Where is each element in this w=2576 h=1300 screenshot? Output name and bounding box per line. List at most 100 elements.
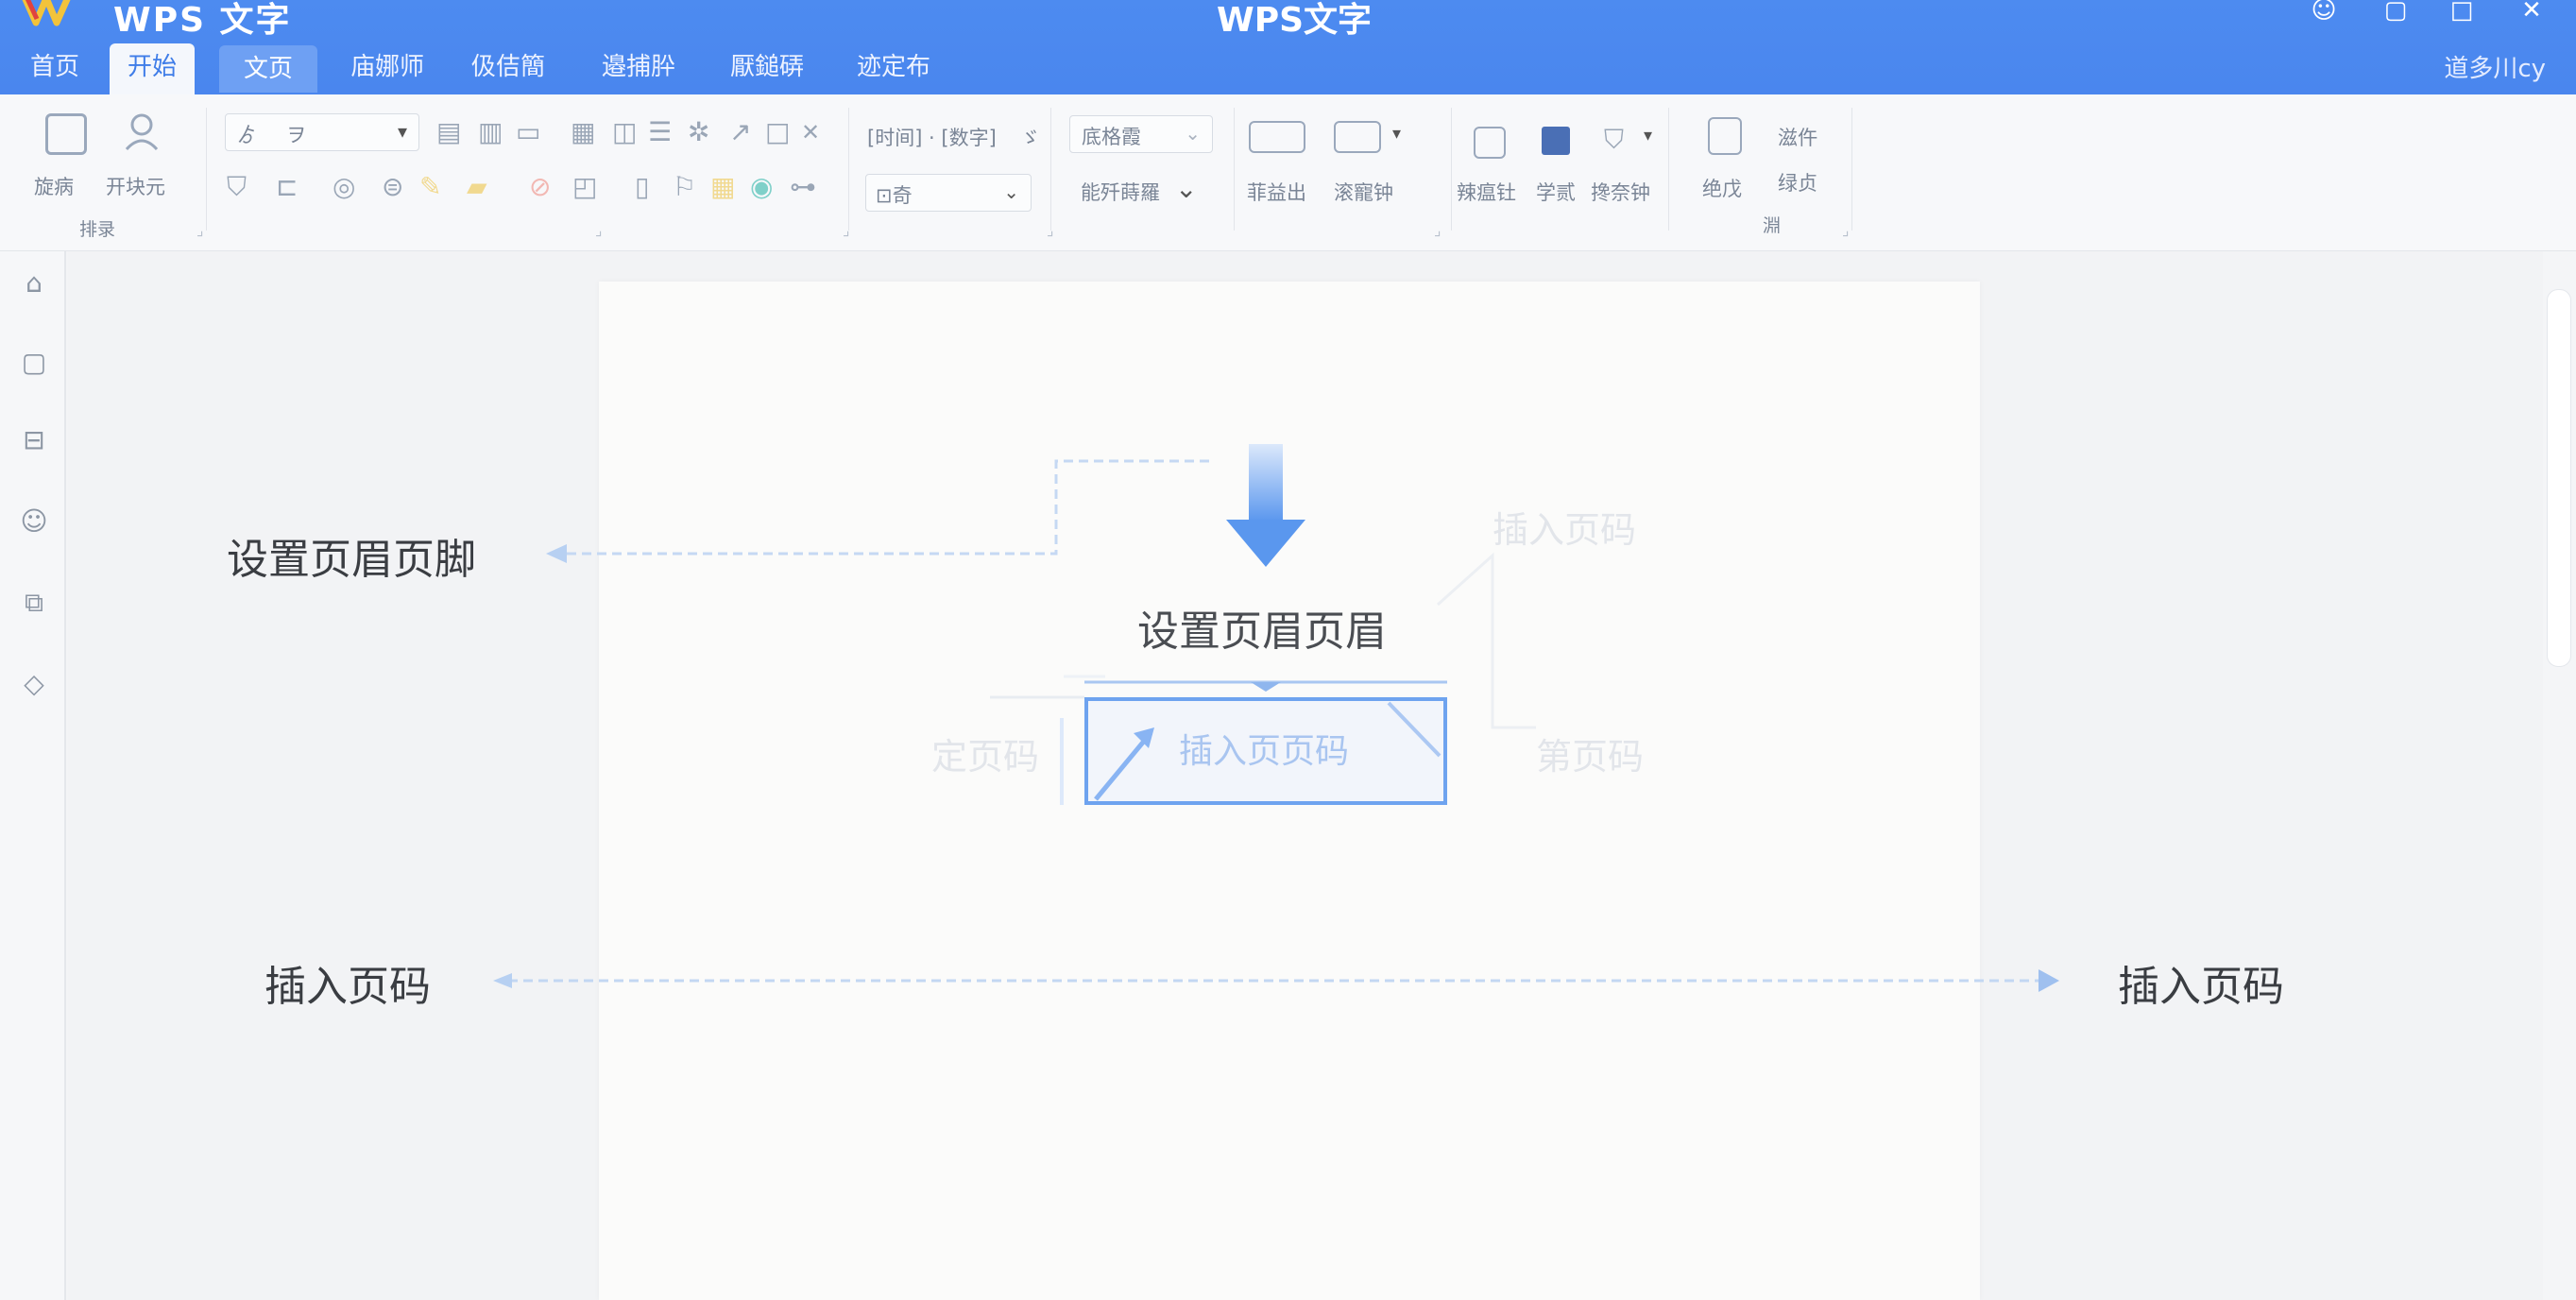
- document-icon[interactable]: [1474, 127, 1506, 159]
- left-navigation-rail: ⌂ ▢ ⊟ ☺ ⧉ ◇: [0, 251, 66, 1300]
- page-number-box-label: 插入页页码: [1179, 732, 1350, 771]
- footer-insert-icon[interactable]: [1334, 121, 1381, 153]
- font-name-dropdown[interactable]: ゟ ヲ ▾: [225, 113, 419, 151]
- minimize-button[interactable]: ▢: [2377, 0, 2414, 26]
- insert-item-1[interactable]: 菲益出: [1247, 178, 1306, 206]
- flag-icon[interactable]: ⚐: [673, 174, 696, 200]
- page-icon[interactable]: ▭: [516, 119, 540, 145]
- tools-item-1[interactable]: 辣瘟钍: [1457, 178, 1516, 206]
- faint-label-left: 定页码: [931, 736, 1040, 778]
- split-icon[interactable]: ◫: [612, 119, 637, 145]
- edit-item-1[interactable]: 绝戊: [1702, 174, 1742, 202]
- paragraph-style-tail[interactable]: ゞ: [1020, 123, 1040, 151]
- header-insert-icon[interactable]: [1249, 121, 1305, 153]
- layout-block-icon[interactable]: [1542, 127, 1570, 155]
- paste-icon[interactable]: [45, 113, 87, 155]
- clipboard-group-label: 排录: [79, 219, 116, 240]
- list-icon[interactable]: ☰: [648, 119, 672, 145]
- feedback-icon[interactable]: ☺: [2305, 0, 2343, 26]
- clear-format-icon[interactable]: ✕: [801, 119, 820, 145]
- style-option-label[interactable]: 能歼蒔羅: [1081, 178, 1160, 206]
- shield-icon[interactable]: ⛉: [1604, 127, 1624, 153]
- marker-icon[interactable]: ▰: [467, 174, 487, 200]
- frame-icon[interactable]: ⊏: [276, 174, 298, 200]
- home-icon[interactable]: ⌂: [19, 268, 49, 299]
- tab-7[interactable]: 迹定布: [846, 43, 941, 94]
- tab-3[interactable]: 庙娜师: [340, 43, 435, 94]
- group-separator: [1234, 108, 1235, 231]
- group-launcher-icon[interactable]: ⌟: [1047, 221, 1054, 239]
- edit-item-2[interactable]: 滋仵: [1778, 123, 1817, 151]
- page-layout-icon[interactable]: ▯: [635, 174, 649, 200]
- edit-group-label: 淵: [1763, 215, 1782, 236]
- edit-icon[interactable]: [1708, 117, 1742, 155]
- tab-4[interactable]: 伋佶簡: [463, 43, 554, 94]
- group-launcher-icon[interactable]: ⌟: [843, 221, 850, 239]
- callout-header-footer: 设置页眉页脚: [227, 536, 476, 584]
- highlight-icon[interactable]: ✎: [419, 174, 441, 200]
- shape-icon[interactable]: □: [765, 119, 790, 145]
- color-icon[interactable]: ◉: [750, 174, 773, 200]
- tools-item-2[interactable]: 学贰: [1536, 178, 1576, 206]
- window-title: WPS文字: [1217, 1, 1373, 40]
- user-name[interactable]: 道多川cy: [2444, 49, 2546, 84]
- chevron-down-icon: ▾: [397, 120, 407, 143]
- layout-icon[interactable]: ⊟: [19, 425, 49, 455]
- diamond-icon[interactable]: ◇: [19, 669, 49, 699]
- location-icon[interactable]: ◎: [333, 174, 355, 200]
- group-separator: [206, 108, 207, 231]
- tab-start[interactable]: 开始: [110, 43, 195, 94]
- group-separator: [1851, 108, 1852, 231]
- user-icon[interactable]: [123, 111, 161, 153]
- group-separator: [1668, 108, 1669, 231]
- shapes-icon[interactable]: ⧉: [19, 588, 49, 618]
- faint-label-right: 第页码: [1536, 736, 1645, 778]
- callout-center-title: 设置页眉页眉: [1137, 607, 1387, 656]
- scrollbar-thumb[interactable]: [2547, 289, 2571, 667]
- group-launcher-icon[interactable]: ⌟: [595, 221, 603, 239]
- chevron-down-icon[interactable]: ⌄: [1175, 176, 1197, 202]
- ribbon-tabs: 首页 开始 文页 庙娜师 伋佶簡 邉捕肸 厭鎚硦 迹定布: [0, 43, 2576, 94]
- close-button[interactable]: ✕: [2513, 0, 2550, 26]
- paste-label[interactable]: 旋病: [34, 172, 74, 200]
- style-dropdown[interactable]: 底格霞 ⌄: [1069, 115, 1213, 153]
- wps-logo-icon: [22, 0, 71, 26]
- callout-left-page-number: 插入页码: [264, 963, 431, 1011]
- draw-icon[interactable]: ↗: [729, 119, 751, 145]
- edit-item-3[interactable]: 绿贞: [1778, 168, 1817, 197]
- effects-icon[interactable]: ✲: [688, 119, 709, 145]
- table-icon[interactable]: ▦: [571, 119, 595, 145]
- insert-item-2[interactable]: 滚寵钟: [1334, 178, 1393, 206]
- border-icon[interactable]: ◰: [572, 174, 597, 200]
- columns-icon[interactable]: ▥: [478, 119, 503, 145]
- format-painter-label[interactable]: 开块元: [106, 172, 165, 200]
- group-launcher-icon[interactable]: ⌟: [1842, 221, 1850, 239]
- alignment-dropdown[interactable]: ⊡奇 ⌄: [865, 174, 1032, 212]
- stack-icon[interactable]: ⊜: [382, 174, 403, 200]
- shield-icon[interactable]: ⛉: [227, 174, 247, 200]
- page-icon[interactable]: ▢: [19, 348, 49, 378]
- layout-icon[interactable]: ▤: [436, 119, 461, 145]
- callout-right-page-number: 插入页码: [2118, 963, 2284, 1011]
- group-launcher-icon[interactable]: ⌟: [196, 221, 204, 239]
- paragraph-style-label[interactable]: [时间] · [数字]: [867, 123, 997, 151]
- chevron-down-icon[interactable]: ▾: [1644, 123, 1652, 149]
- chevron-down-icon[interactable]: ▾: [1392, 121, 1401, 147]
- group-launcher-icon[interactable]: ⌟: [1434, 221, 1442, 239]
- more-icon[interactable]: ⊶: [790, 174, 816, 200]
- tab-5[interactable]: 邉捕肸: [591, 43, 686, 94]
- grid-icon[interactable]: ▦: [710, 174, 735, 200]
- group-separator: [1050, 108, 1051, 231]
- chevron-down-icon: ⌄: [1003, 180, 1019, 203]
- tab-6[interactable]: 厭鎚硦: [720, 43, 814, 94]
- maximize-button[interactable]: □: [2443, 0, 2481, 26]
- tab-home[interactable]: 首页: [13, 43, 96, 94]
- ribbon-toolbar: 旋病 开块元 排录 ⌟ ゟ ヲ ▾ ▤ ▥ ▭ ▦ ◫ ☰ ✲ ↗ □ ✕ ⛉ …: [0, 94, 2576, 251]
- chevron-down-icon: ⌄: [1185, 122, 1201, 145]
- emoji-icon[interactable]: ☺: [19, 506, 49, 537]
- title-bar: WPS 文字 WPS文字 ☺ ▢ □ ✕ 首页 开始 文页 庙娜师 伋佶簡 邉捕…: [0, 0, 2576, 94]
- clear-icon[interactable]: ⊘: [529, 174, 551, 200]
- group-separator: [848, 108, 849, 231]
- tab-page[interactable]: 文页: [219, 45, 317, 93]
- tools-item-3[interactable]: 搀奈钟: [1591, 178, 1650, 206]
